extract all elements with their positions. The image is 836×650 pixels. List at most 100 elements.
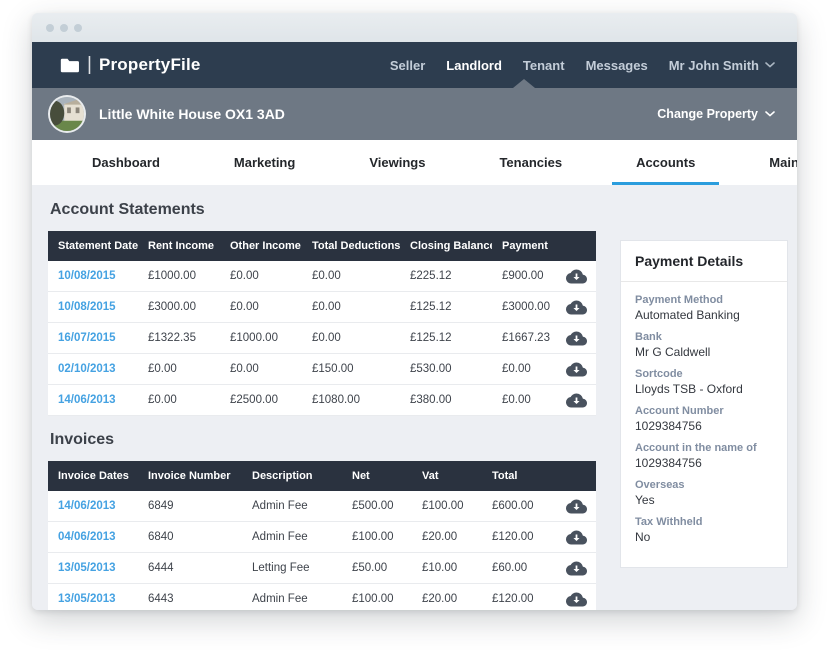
nav-item[interactable]: Landlord [446, 58, 502, 73]
propertyfile-logo[interactable]: | PropertyFile [60, 54, 201, 76]
invoice-date-link[interactable]: 14/06/2013 [48, 500, 138, 512]
net-cell: £50.00 [342, 562, 412, 574]
table-row: 10/08/2015 £3000.00 £0.00 £0.00 £125.12 … [48, 292, 596, 323]
description-cell: Admin Fee [242, 593, 342, 605]
house-photo [50, 97, 86, 133]
column-header: Closing Balance [400, 240, 492, 252]
column-header: Total [482, 470, 556, 482]
column-header: Rent Income [138, 240, 220, 252]
cloud-download-icon[interactable] [566, 592, 587, 607]
description-cell: Admin Fee [242, 500, 342, 512]
table-row: 13/05/2013 6444 Letting Fee £50.00 £10.0… [48, 553, 596, 584]
invoice-number-cell: 6849 [138, 500, 242, 512]
detail-value: Automated Banking [635, 308, 773, 322]
content-area: Account Statements Statement DatesRent I… [32, 185, 797, 610]
nav-item-label: Landlord [446, 58, 502, 73]
closing-balance-cell: £530.00 [400, 363, 492, 375]
download-cell [556, 561, 596, 576]
net-cell: £500.00 [342, 500, 412, 512]
nav-item-label: Tenant [523, 58, 565, 73]
column-header: Vat [412, 470, 482, 482]
closing-balance-cell: £125.12 [400, 301, 492, 313]
cloud-download-icon[interactable] [566, 561, 587, 576]
invoice-date-link[interactable]: 13/05/2013 [48, 562, 138, 574]
cloud-download-icon[interactable] [566, 331, 587, 346]
detail-value: Mr G Caldwell [635, 345, 773, 359]
nav-item-label: Mr John Smith [669, 58, 759, 73]
change-property-button[interactable]: Change Property [657, 107, 775, 121]
tab-label: Accounts [636, 155, 695, 170]
column-header: Description [242, 470, 342, 482]
total-cell: £120.00 [482, 593, 556, 605]
tab[interactable]: Accounts [620, 140, 711, 185]
app-window: | PropertyFile Seller Landlord [32, 13, 797, 610]
window-control-dot[interactable] [46, 24, 54, 32]
app-header: | PropertyFile Seller Landlord [32, 42, 797, 88]
tab[interactable]: Viewings [353, 140, 441, 185]
cloud-download-icon[interactable] [566, 362, 587, 377]
nav-item[interactable]: Tenant [523, 58, 565, 73]
statement-date-link[interactable]: 14/06/2013 [48, 394, 138, 406]
table-row: 04/06/2013 6840 Admin Fee £100.00 £20.00… [48, 522, 596, 553]
logo-text: PropertyFile [99, 55, 201, 75]
cloud-download-icon[interactable] [566, 269, 587, 284]
statement-date-link[interactable]: 10/08/2015 [48, 270, 138, 282]
nav-item-label: Messages [586, 58, 648, 73]
rent-income-cell: £0.00 [138, 363, 220, 375]
window-control-dot[interactable] [74, 24, 82, 32]
detail-label: Payment Method [635, 294, 773, 306]
chevron-down-icon [765, 111, 775, 117]
closing-balance-cell: £125.12 [400, 332, 492, 344]
download-cell [556, 269, 596, 284]
payment-details-heading: Payment Details [621, 241, 787, 282]
table-row: 13/05/2013 6443 Admin Fee £100.00 £20.00… [48, 584, 596, 610]
vat-cell: £100.00 [412, 500, 482, 512]
window-control-dot[interactable] [60, 24, 68, 32]
statement-date-link[interactable]: 10/08/2015 [48, 301, 138, 313]
detail-field: Overseas Yes [635, 479, 773, 507]
column-header: Invoice Dates [48, 470, 138, 482]
total-deductions-cell: £0.00 [302, 270, 400, 282]
property-avatar[interactable] [48, 95, 86, 133]
detail-field: Sortcode Lloyds TSB - Oxford [635, 368, 773, 396]
cloud-download-icon[interactable] [566, 499, 587, 514]
table-row: 14/06/2013 £0.00 £2500.00 £1080.00 £380.… [48, 385, 596, 416]
detail-value: Lloyds TSB - Oxford [635, 382, 773, 396]
rent-income-cell: £1000.00 [138, 270, 220, 282]
section-tabs: Dashboard Marketing Viewings Tenancies A… [32, 140, 797, 185]
folder-icon [60, 58, 79, 73]
download-cell [556, 300, 596, 315]
invoice-date-link[interactable]: 13/05/2013 [48, 593, 138, 605]
detail-label: Account in the name of [635, 442, 773, 454]
tab[interactable]: Maintenance [753, 140, 797, 185]
cloud-download-icon[interactable] [566, 300, 587, 315]
detail-value: 1029384756 [635, 419, 773, 433]
invoices-table: Invoice DatesInvoice NumberDescriptionNe… [48, 461, 596, 610]
tab[interactable]: Marketing [218, 140, 311, 185]
tab[interactable]: Tenancies [483, 140, 578, 185]
top-nav: Seller Landlord Tenant [369, 58, 775, 73]
invoice-date-link[interactable]: 04/06/2013 [48, 531, 138, 543]
detail-field: Account Number 1029384756 [635, 405, 773, 433]
logo-separator: | [87, 54, 92, 76]
tab-label: Maintenance [769, 155, 797, 170]
total-deductions-cell: £1080.00 [302, 394, 400, 406]
cloud-download-icon[interactable] [566, 393, 587, 408]
vat-cell: £10.00 [412, 562, 482, 574]
detail-label: Overseas [635, 479, 773, 491]
nav-item[interactable]: Seller [390, 58, 425, 73]
tab-label: Viewings [369, 155, 425, 170]
nav-item[interactable]: Mr John Smith [669, 58, 775, 73]
cloud-download-icon[interactable] [566, 530, 587, 545]
rent-income-cell: £3000.00 [138, 301, 220, 313]
other-income-cell: £1000.00 [220, 332, 302, 344]
rent-income-cell: £0.00 [138, 394, 220, 406]
statement-date-link[interactable]: 16/07/2015 [48, 332, 138, 344]
column-header: Total Deductions [302, 240, 400, 252]
property-title: Little White House OX1 3AD [99, 106, 285, 122]
statement-date-link[interactable]: 02/10/2013 [48, 363, 138, 375]
payment-details-fields: Payment Method Automated Banking Bank Mr… [621, 282, 787, 567]
tab[interactable]: Dashboard [76, 140, 176, 185]
nav-item[interactable]: Messages [586, 58, 648, 73]
table-row: 16/07/2015 £1322.35 £1000.00 £0.00 £125.… [48, 323, 596, 354]
